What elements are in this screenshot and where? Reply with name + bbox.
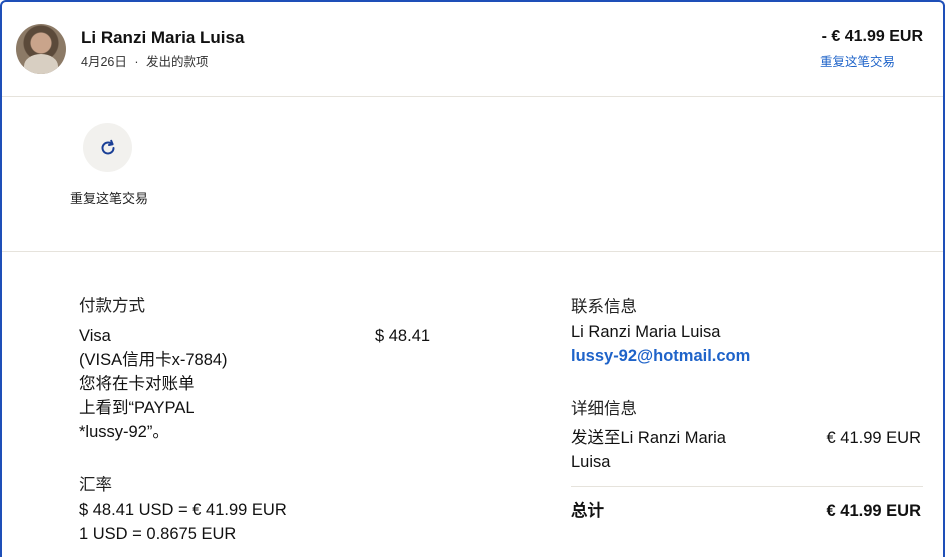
total-amount: € 41.99 EUR <box>826 502 921 520</box>
transaction-amount: - € 41.99 EUR <box>821 28 923 45</box>
total-divider <box>571 486 923 487</box>
counterparty-name: Li Ranzi Maria Luisa <box>81 28 245 47</box>
actions-area: 重复这笔交易 <box>2 98 943 252</box>
total-label: 总计 <box>571 502 604 520</box>
card-detail: (VISA信用卡x-7884) <box>79 351 228 369</box>
statement-line-1: 您将在卡对账单 <box>79 375 195 393</box>
transaction-type: 发出的款项 <box>146 55 209 69</box>
sent-to-line-1: 发送至Li Ranzi Maria <box>571 429 726 447</box>
contact-name: Li Ranzi Maria Luisa <box>571 323 721 341</box>
details-title: 详细信息 <box>571 400 637 418</box>
payment-method-title: 付款方式 <box>79 297 145 315</box>
transaction-panel: Li Ranzi Maria Luisa 4月26日 · 发出的款项 - € 4… <box>0 0 945 557</box>
repeat-transaction-label: 重复这笔交易 <box>70 191 149 206</box>
contact-email-link[interactable]: lussy-92@hotmail.com <box>571 344 750 368</box>
exchange-line-1: $ 48.41 USD = € 41.99 EUR <box>79 501 287 519</box>
avatar <box>16 24 66 74</box>
statement-line-2: 上看到“PAYPAL <box>79 399 195 417</box>
separator-dot: · <box>134 55 139 69</box>
contact-info-title: 联系信息 <box>571 298 637 316</box>
transaction-header: Li Ranzi Maria Luisa 4月26日 · 发出的款项 - € 4… <box>2 2 943 97</box>
exchange-line-2: 1 USD = 0.8675 EUR <box>79 525 237 543</box>
repeat-transaction-link[interactable]: 重复这笔交易 <box>820 51 895 70</box>
transaction-subline: 4月26日 · 发出的款项 <box>81 51 209 70</box>
card-name: Visa <box>79 327 111 345</box>
refresh-icon <box>101 139 114 154</box>
sent-amount: € 41.99 EUR <box>826 429 921 447</box>
statement-line-3: *lussy-92”。 <box>79 423 169 441</box>
exchange-rate-title: 汇率 <box>79 476 112 494</box>
payment-amount: $ 48.41 <box>375 327 431 345</box>
repeat-transaction-button[interactable] <box>83 123 132 172</box>
sent-to-line-2: Luisa <box>571 453 611 471</box>
transaction-date: 4月26日 <box>81 55 127 69</box>
